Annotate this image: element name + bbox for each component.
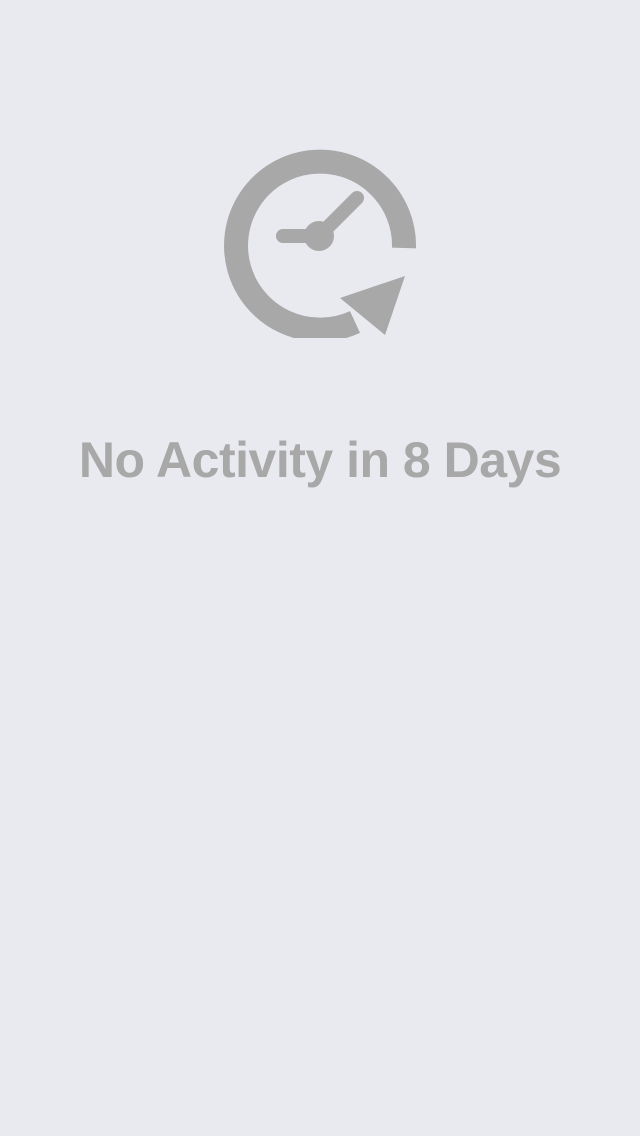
- activity-empty-screen: No Activity in 8 Days: [0, 0, 640, 1136]
- clock-refresh-icon: [221, 138, 419, 338]
- empty-state-message: No Activity in 8 Days: [78, 432, 562, 488]
